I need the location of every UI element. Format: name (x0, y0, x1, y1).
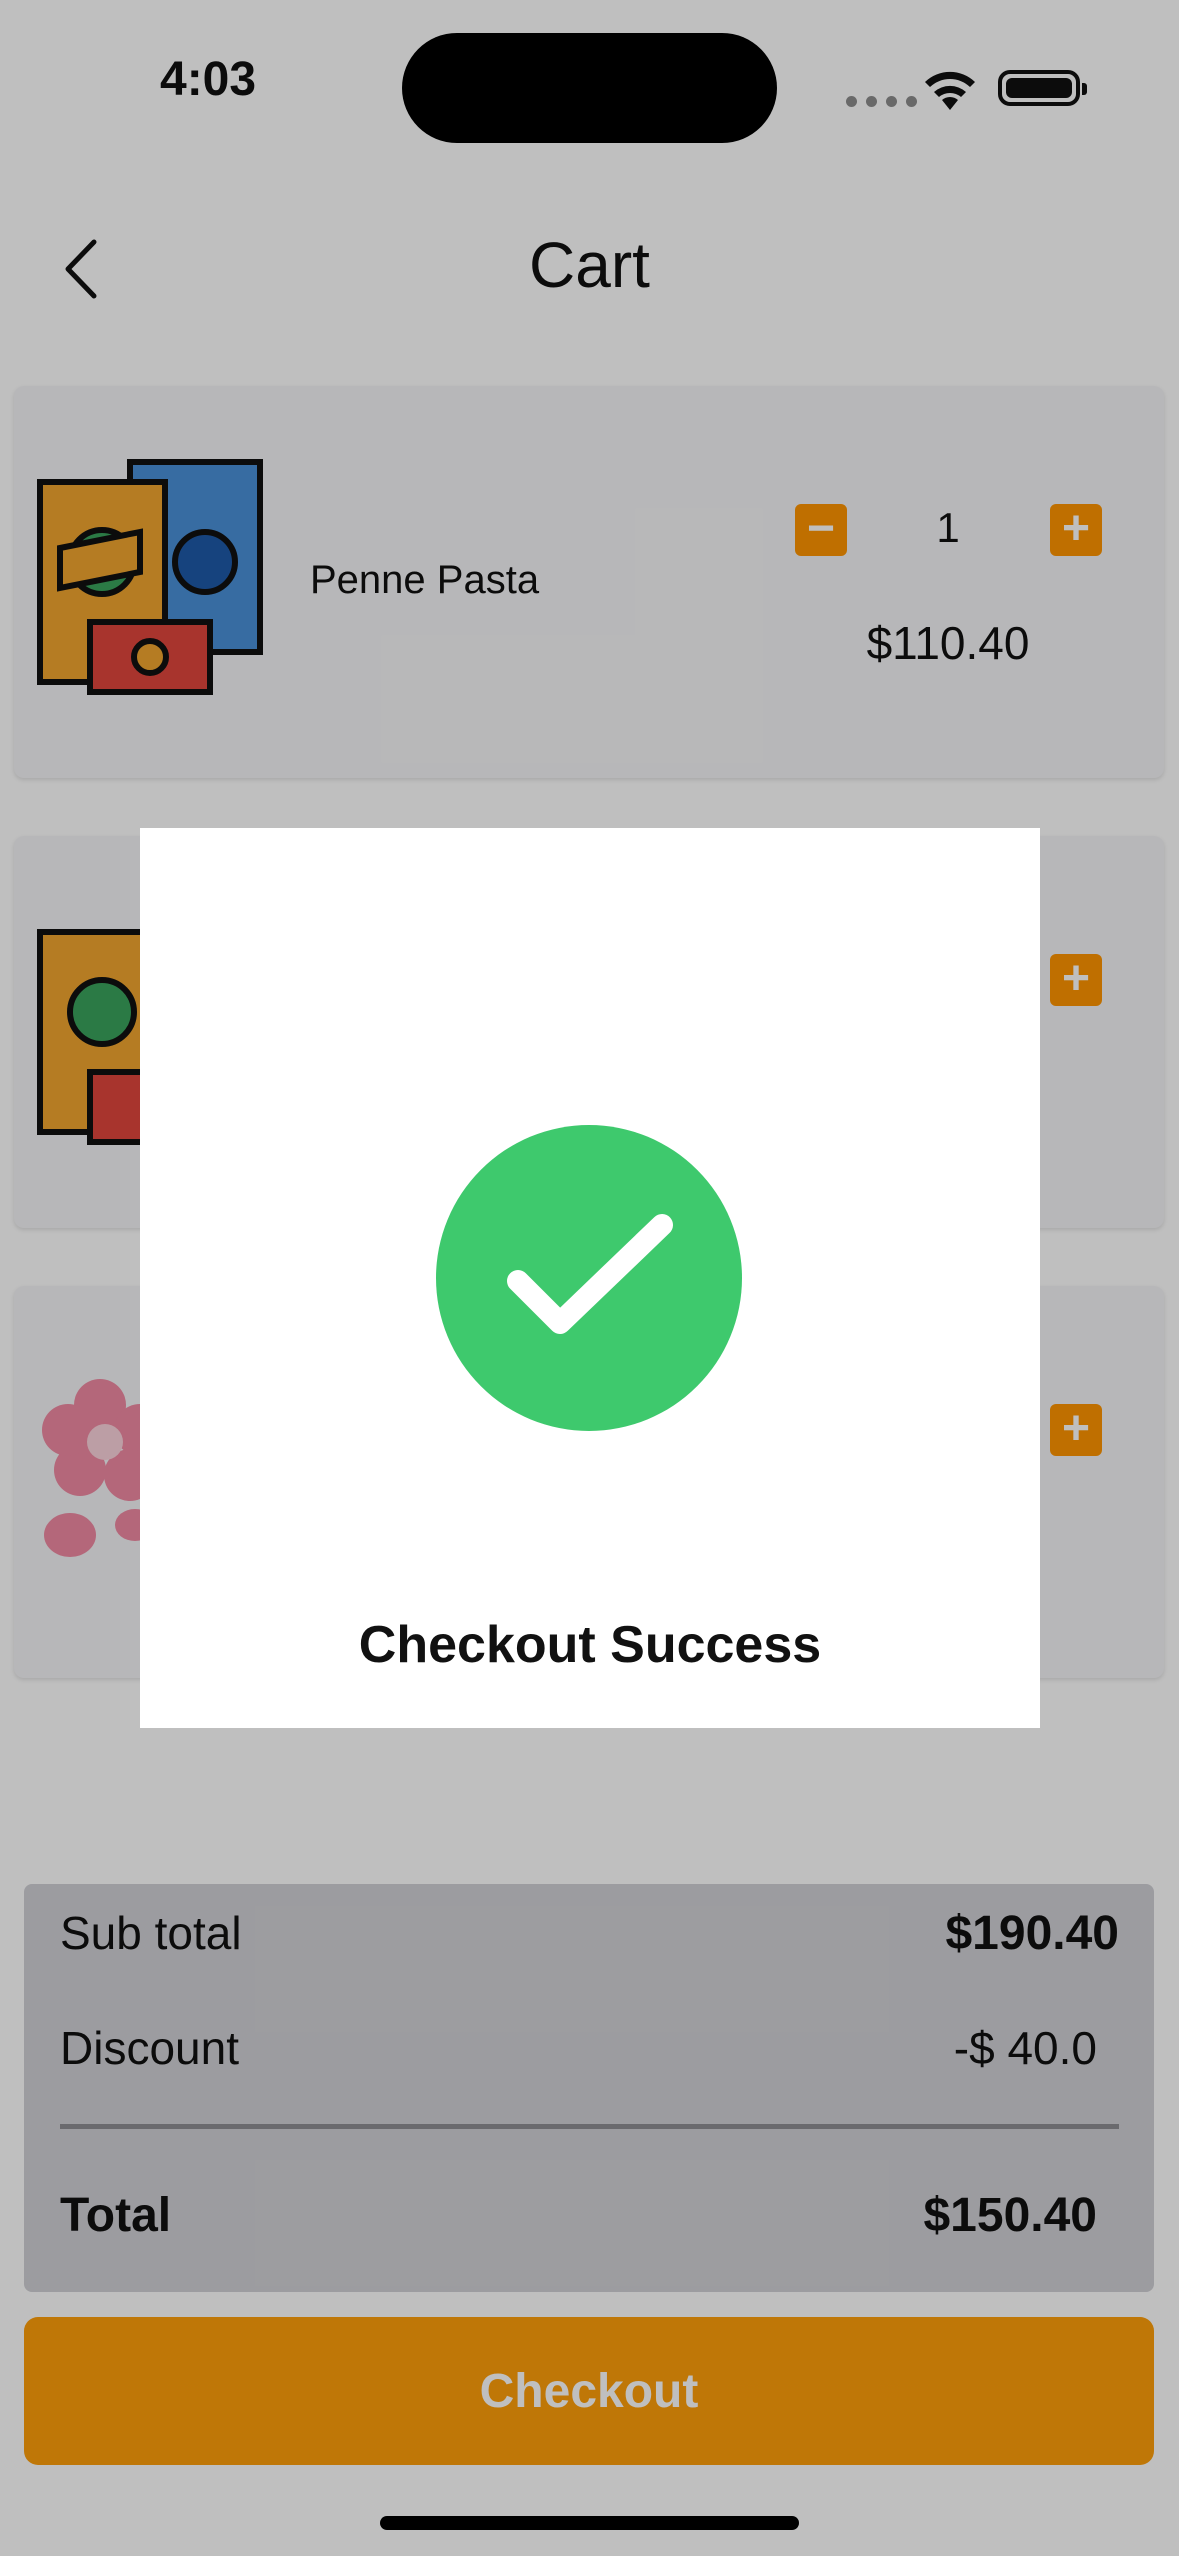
success-dialog: Checkout Success (140, 828, 1040, 1728)
success-check-icon (436, 1125, 742, 1431)
success-message: Checkout Success (358, 1616, 822, 1674)
